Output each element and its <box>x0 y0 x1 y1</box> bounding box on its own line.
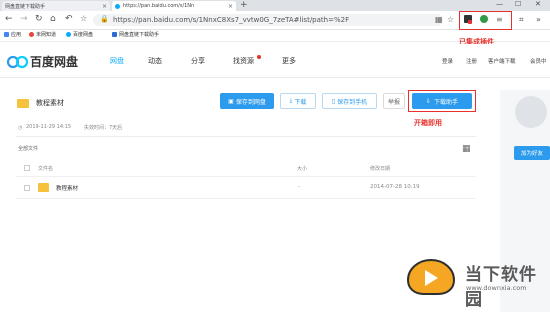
nav-more[interactable]: 更多 <box>282 56 296 66</box>
tab-title: 网盘直链下载助手 <box>5 3 46 10</box>
undo-icon[interactable]: ↶ <box>65 14 73 24</box>
nav-pan[interactable]: 网盘 <box>110 56 124 66</box>
share-date: 2019-11-29 14:15 <box>26 124 72 130</box>
register-link[interactable]: 注册 <box>466 57 477 65</box>
maximize-button[interactable]: ☐ <box>515 0 521 8</box>
extension-green-icon[interactable] <box>480 15 488 23</box>
crop-icon[interactable]: ⌗ <box>519 15 524 25</box>
client-download-link[interactable]: 客户端下载 <box>488 57 516 65</box>
divider <box>16 176 476 177</box>
annotation-helper: 开箱即用 <box>414 119 442 127</box>
save-icon: ▣ <box>228 97 234 105</box>
nav-share[interactable]: 分享 <box>191 56 205 66</box>
address-row: ← → ↻ ⌂ ↶ ☆ 🔒 https://pan.baidu.com/s/1N… <box>0 11 550 30</box>
button-label: 保存到手机 <box>337 98 368 106</box>
tab-strip: 网盘直链下载助手 × https://pan.baidu.com/s/1Nn ×… <box>0 0 550 11</box>
tab-direct-link-helper[interactable]: 网盘直链下载助手 × <box>2 1 110 11</box>
forward-icon[interactable]: → <box>20 14 28 24</box>
file-size: - <box>298 184 300 190</box>
star-icon[interactable]: ☆ <box>447 15 454 24</box>
extension-badge-icon <box>468 20 472 24</box>
tab-title: https://pan.baidu.com/s/1Nn <box>123 3 195 9</box>
bookmark-apps[interactable]: 应用 <box>4 31 21 38</box>
reload-icon[interactable]: ↻ <box>35 14 43 24</box>
url-text: https://pan.baidu.com/s/1NnxC8Xs7_vvtw0G… <box>113 16 350 24</box>
file-date: 2014-07-28 10:19 <box>370 184 420 190</box>
new-tab-button[interactable]: + <box>240 0 248 10</box>
helper-icon <box>112 32 117 37</box>
folder-icon <box>17 99 29 108</box>
share-folder-title: 教程素材 <box>36 99 64 107</box>
lock-icon: 🔒 <box>100 15 109 23</box>
select-all-checkbox[interactable] <box>24 165 30 171</box>
new-dot-icon <box>257 55 261 59</box>
apps-grid-icon <box>4 32 9 37</box>
phone-icon: ▯ <box>331 97 336 105</box>
baidu-pan-logo-icon <box>6 55 29 69</box>
share-expiry: 失效时间：7天后 <box>84 125 123 131</box>
report-button[interactable]: 举报 <box>383 93 405 109</box>
bookmark-label: 网盘直链下载助手 <box>119 32 160 38</box>
table-row[interactable]: 教程素材 - 2014-07-28 10:19 <box>16 178 476 196</box>
helper-icon: ⇩ <box>425 97 431 105</box>
nav-activity[interactable]: 动态 <box>148 56 162 66</box>
site-header: 百度网盘 网盘 动态 分享 找资源 更多 登录 注册 客户端下载 会员中 <box>0 44 550 78</box>
button-label: 举报 <box>387 98 400 106</box>
vip-link[interactable]: 会员中 <box>530 57 547 65</box>
bookmark-baidu-pan[interactable]: 百度网盘 <box>66 31 93 38</box>
download-button[interactable]: ⤓ 下载 <box>280 93 316 109</box>
extension-menu-icon[interactable]: ≡ <box>496 15 503 24</box>
avatar <box>515 96 547 128</box>
download-icon: ⤓ <box>289 97 293 104</box>
nav-find-resources[interactable]: 找资源 <box>233 56 254 66</box>
back-icon[interactable]: ← <box>5 14 13 24</box>
zhidao-icon <box>29 32 34 37</box>
address-bar[interactable]: 🔒 https://pan.baidu.com/s/1NnxC8Xs7_vvtw… <box>93 14 443 26</box>
divider <box>16 198 476 199</box>
clock-icon: ◷ <box>18 125 23 131</box>
file-name[interactable]: 教程素材 <box>56 184 78 192</box>
watermark-url: www.downxia.com <box>466 284 527 292</box>
close-window-button[interactable]: ✕ <box>535 0 541 8</box>
tab-baidu-pan[interactable]: https://pan.baidu.com/s/1Nn × <box>112 1 236 11</box>
minimize-button[interactable]: — <box>496 0 503 8</box>
button-label: 下载 <box>294 98 307 106</box>
col-date-header[interactable]: 修改日期 <box>370 165 390 172</box>
tab-close-icon[interactable]: × <box>228 3 233 10</box>
bookmark-direct-link-helper[interactable]: 网盘直链下载助手 <box>112 31 159 38</box>
qr-icon[interactable]: ▦ <box>435 15 443 24</box>
row-checkbox[interactable] <box>24 185 30 191</box>
button-label: 下载助手 <box>434 98 459 106</box>
button-label: 保存到网盘 <box>235 98 266 106</box>
bookmark-label: 百度网盘 <box>73 32 94 38</box>
save-to-pan-button[interactable]: ▣ 保存到网盘 <box>220 93 274 109</box>
bookmark-label: 未网知道 <box>36 32 57 38</box>
bookmark-label: 应用 <box>11 32 22 38</box>
bookmark-star-icon[interactable]: ☆ <box>80 14 87 23</box>
folder-icon <box>38 183 49 192</box>
save-to-phone-button[interactable]: ▯ 保存到手机 <box>322 93 377 109</box>
tab-close-icon[interactable]: × <box>102 3 107 10</box>
login-link[interactable]: 登录 <box>442 57 453 65</box>
grid-view-icon[interactable]: ▦ <box>462 144 471 154</box>
baidu-pan-icon <box>66 32 71 37</box>
favicon-icon <box>115 3 120 9</box>
button-label: 加为好友 <box>520 151 543 157</box>
col-name-header[interactable]: 文件名 <box>38 165 53 172</box>
col-size-header[interactable]: 大小 <box>297 165 307 172</box>
add-friend-button[interactable]: 加为好友 <box>514 146 550 160</box>
downxia-logo-icon <box>406 258 456 295</box>
brand-title: 百度网盘 <box>30 55 79 69</box>
divider <box>16 136 476 137</box>
download-helper-button[interactable]: ⇩ 下载助手 <box>412 93 472 109</box>
menu-chevron-icon[interactable]: » <box>536 15 541 24</box>
all-files-breadcrumb[interactable]: 全部文件 <box>18 145 38 152</box>
home-icon[interactable]: ⌂ <box>50 14 56 24</box>
bookmark-zhidao[interactable]: 未网知道 <box>29 31 56 38</box>
